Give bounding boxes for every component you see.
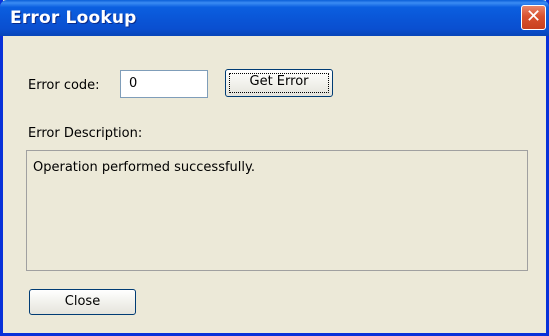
close-button[interactable]: Close [29,289,136,315]
error-description-box[interactable]: Operation performed successfully. [26,150,528,271]
close-icon[interactable]: ✕ [521,5,546,30]
window-title: Error Lookup [10,8,137,28]
get-error-label: Get Error [249,74,309,89]
get-error-button[interactable]: Get Error [225,69,333,97]
error-code-label: Error code: [28,78,100,93]
error-description-label: Error Description: [28,126,143,141]
error-code-input[interactable]: 0 [120,70,208,98]
title-bar[interactable]: Error Lookup ✕ [0,0,549,36]
